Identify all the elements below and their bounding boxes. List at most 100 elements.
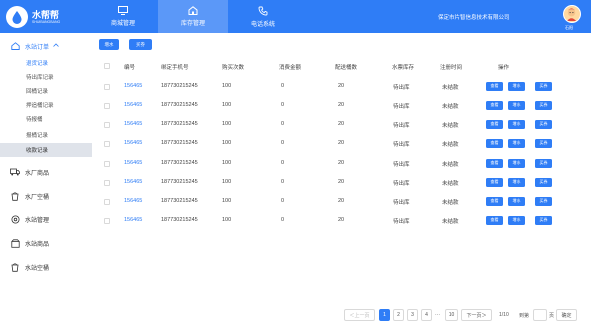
col-header-actions: 操作 [498, 65, 510, 71]
sidebar-item-deposit-bucket[interactable]: 押追桶记录 [0, 98, 92, 112]
row-checkbox[interactable] [104, 121, 110, 128]
sidebar-item-bucket-return[interactable]: 回桶记录 [0, 84, 92, 98]
page-total: 1/10 [499, 312, 509, 318]
cell-id[interactable]: 156465 [124, 198, 142, 204]
cell-id[interactable]: 156465 [124, 179, 142, 185]
view-button[interactable]: 查看 [486, 158, 503, 168]
select-all-checkbox[interactable] [104, 63, 110, 69]
page-button-3[interactable]: 3 [407, 309, 418, 321]
buy-ticket-row-button[interactable]: 买券 [535, 138, 552, 148]
bucket-icon [10, 262, 20, 272]
sidebar-group-label: 水站商品 [25, 241, 50, 248]
cell-stock: 待出库 [393, 85, 410, 91]
sidebar-item-pending-outbound[interactable]: 待出库记录 [0, 70, 92, 84]
cell-phone: 187730215245 [161, 179, 198, 185]
cell-reg-time: 未结款 [442, 142, 459, 148]
sidebar-group-station-goods[interactable]: 水站商品 [0, 232, 92, 254]
sidebar-group-label: 水厂商品 [25, 170, 50, 177]
buy-ticket-row-button[interactable]: 买券 [535, 158, 552, 168]
cell-id[interactable]: 156465 [124, 140, 142, 146]
view-button[interactable]: 查看 [486, 138, 503, 148]
cell-count: 100 [222, 198, 232, 204]
sidebar: 水站订单 退货记录 待出库记录 回桶记录 押追桶记录 待报桶 报桶记录 收款记录… [0, 33, 92, 332]
buy-ticket-button[interactable]: 买券 [129, 39, 152, 50]
buy-ticket-row-button[interactable]: 买券 [535, 177, 552, 187]
add-water-row-button[interactable]: 增水 [508, 215, 525, 225]
cell-stock: 待出库 [393, 142, 410, 148]
cell-phone: 187730215245 [161, 198, 198, 204]
tab-inventory[interactable]: 库存管理 [158, 0, 228, 33]
buy-ticket-row-button[interactable]: 买券 [535, 100, 552, 110]
sidebar-group-station-manage[interactable]: 水站管理 [0, 208, 92, 230]
add-water-row-button[interactable]: 增水 [508, 81, 525, 91]
buy-ticket-row-button[interactable]: 买券 [535, 81, 552, 91]
sidebar-group-factory-goods[interactable]: 水厂商品 [0, 161, 92, 183]
sidebar-item-payment-records[interactable]: 收款记录 [0, 143, 92, 157]
page-button-10[interactable]: 10 [445, 309, 458, 321]
sidebar-group-station-orders[interactable]: 水站订单 [0, 35, 92, 57]
cell-buckets: 20 [338, 121, 345, 127]
cell-reg-time: 未结款 [442, 123, 459, 129]
row-checkbox[interactable] [104, 179, 110, 186]
tab-phone-label: 电话系统 [250, 21, 275, 28]
cell-reg-time: 未结款 [442, 162, 459, 168]
truck-icon [10, 167, 20, 177]
cell-count: 100 [222, 160, 232, 166]
buy-ticket-row-button[interactable]: 买券 [535, 215, 552, 225]
page-button-1[interactable]: 1 [379, 309, 390, 321]
confirm-button[interactable]: 确定 [556, 309, 577, 321]
add-water-row-button[interactable]: 增水 [508, 100, 525, 110]
monitor-icon [118, 6, 128, 15]
cell-id[interactable]: 156465 [124, 121, 142, 127]
view-button[interactable]: 查看 [486, 196, 503, 206]
cell-id[interactable]: 156465 [124, 160, 142, 166]
add-water-row-button[interactable]: 增水 [508, 119, 525, 129]
tab-phone[interactable]: 电话系统 [228, 0, 298, 33]
add-water-row-button[interactable]: 增水 [508, 196, 525, 206]
page-ellipsis: ··· [435, 312, 440, 318]
row-checkbox[interactable] [104, 217, 110, 224]
cell-amount: 0 [281, 217, 285, 223]
cell-id[interactable]: 156465 [124, 102, 142, 108]
add-water-row-button[interactable]: 增水 [508, 158, 525, 168]
cell-buckets: 20 [338, 140, 345, 146]
view-button[interactable]: 查看 [486, 100, 503, 110]
row-checkbox[interactable] [104, 140, 110, 147]
cell-id[interactable]: 156465 [124, 83, 142, 89]
prev-page-button[interactable]: ＜上一页 [344, 309, 375, 321]
sidebar-item-pending-report[interactable]: 待报桶 [0, 112, 92, 126]
row-checkbox[interactable] [104, 83, 110, 90]
sidebar-group-factory-buckets[interactable]: 水厂空桶 [0, 185, 92, 207]
tab-mall[interactable]: 商城管理 [88, 0, 158, 33]
logo-name: 水帮帮 [32, 9, 60, 20]
view-button[interactable]: 查看 [486, 215, 503, 225]
goto-page-input[interactable] [533, 309, 547, 321]
water-drop-icon [6, 6, 28, 28]
view-button[interactable]: 查看 [486, 119, 503, 129]
cell-reg-time: 未结款 [442, 181, 459, 187]
cell-id[interactable]: 156465 [124, 217, 142, 223]
next-page-button[interactable]: 下一页＞ [461, 309, 492, 321]
view-button[interactable]: 查看 [486, 81, 503, 91]
view-button[interactable]: 查看 [486, 177, 503, 187]
add-water-button[interactable]: 增水 [99, 39, 119, 50]
cell-count: 100 [222, 217, 232, 223]
logo: 水帮帮 SHUIBANGBANG [6, 5, 76, 29]
sidebar-item-report-records[interactable]: 报桶记录 [0, 128, 92, 142]
sidebar-group-station-buckets[interactable]: 水站空桶 [0, 256, 92, 278]
buy-ticket-row-button[interactable]: 买券 [535, 196, 552, 206]
row-checkbox[interactable] [104, 198, 110, 205]
col-header-count: 购买次数 [222, 65, 245, 71]
sidebar-group-label: 水厂空桶 [25, 194, 50, 201]
row-checkbox[interactable] [104, 102, 110, 109]
sidebar-item-return-records[interactable]: 退货记录 [0, 56, 92, 70]
add-water-row-button[interactable]: 增水 [508, 177, 525, 187]
buy-ticket-row-button[interactable]: 买券 [535, 119, 552, 129]
page-button-4[interactable]: 4 [421, 309, 432, 321]
cell-amount: 0 [281, 102, 285, 108]
avatar[interactable] [563, 5, 581, 23]
page-button-2[interactable]: 2 [393, 309, 404, 321]
add-water-row-button[interactable]: 增水 [508, 138, 525, 148]
row-checkbox[interactable] [104, 160, 110, 167]
cell-count: 100 [222, 179, 232, 185]
